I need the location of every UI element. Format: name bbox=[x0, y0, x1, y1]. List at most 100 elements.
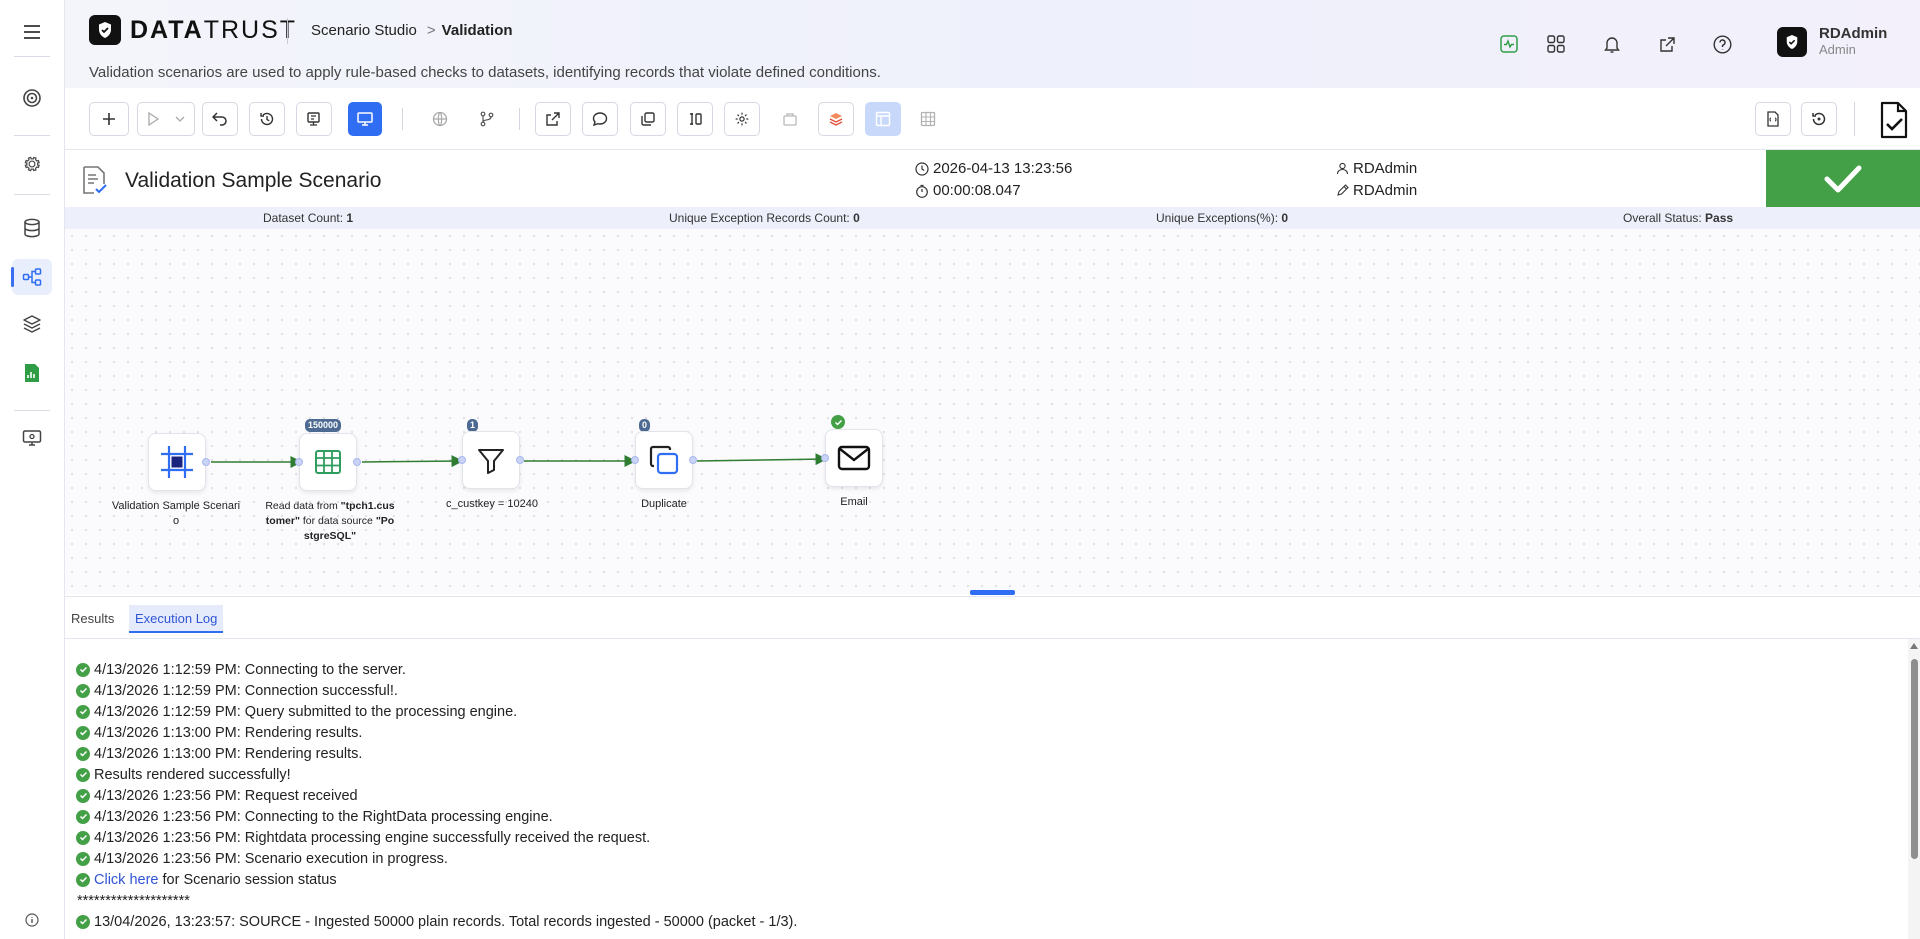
node-label-filter: c_custkey = 10240 bbox=[445, 498, 539, 510]
help-icon[interactable] bbox=[1709, 31, 1735, 57]
external-link-icon[interactable] bbox=[1654, 31, 1680, 57]
stack-icon[interactable] bbox=[818, 102, 854, 136]
log-line: 4/13/2026 1:12:59 PM: Query submitted to… bbox=[76, 701, 797, 722]
scroll-up-icon[interactable] bbox=[1910, 643, 1918, 649]
created-by: RDAdmin bbox=[1336, 160, 1417, 177]
globe-icon[interactable] bbox=[422, 102, 458, 136]
monitor-settings-icon[interactable] bbox=[12, 420, 52, 456]
record-count-badge: 150000 bbox=[305, 419, 342, 432]
json-file-icon[interactable] bbox=[1755, 102, 1791, 136]
dataset-count-value: 1 bbox=[346, 211, 354, 225]
connector-4 bbox=[696, 453, 828, 466]
unique-exceptions-pct-label: Unique Exceptions(%): bbox=[1156, 211, 1279, 225]
sidebar-divider bbox=[14, 194, 50, 195]
page-subtitle: Validation scenarios are used to apply r… bbox=[89, 64, 881, 81]
restore-icon[interactable] bbox=[1801, 102, 1837, 136]
compare-icon[interactable] bbox=[677, 102, 713, 136]
input-port[interactable] bbox=[821, 454, 829, 462]
flow-node-duplicate[interactable] bbox=[631, 431, 697, 489]
breadcrumb-root[interactable]: Scenario Studio bbox=[311, 22, 417, 39]
bell-icon[interactable] bbox=[1599, 31, 1625, 57]
unique-exceptions-pct-value: 0 bbox=[1281, 211, 1289, 225]
logo-text-bold: DATA bbox=[130, 15, 204, 44]
input-port[interactable] bbox=[458, 456, 466, 464]
unique-exceptions-pct: Unique Exceptions(%): 0 bbox=[1156, 211, 1288, 225]
dataset-count-label: Dataset Count: bbox=[263, 211, 344, 225]
output-port[interactable] bbox=[689, 456, 697, 464]
logo-text-rest: TRUST bbox=[203, 15, 298, 44]
modified-by: RDAdmin bbox=[1336, 182, 1417, 199]
scrollbar-thumb[interactable] bbox=[1911, 659, 1918, 859]
breadcrumb-separator: > bbox=[426, 22, 436, 39]
scenario-toolbar bbox=[65, 88, 1920, 150]
info-icon[interactable] bbox=[12, 903, 52, 937]
workflow-icon[interactable] bbox=[11, 259, 52, 295]
modified-by-value: RDAdmin bbox=[1353, 182, 1418, 199]
log-text: 4/13/2026 1:12:59 PM: Connection success… bbox=[94, 682, 398, 699]
header-divider bbox=[287, 18, 288, 44]
output-port[interactable] bbox=[516, 456, 524, 464]
undo-button[interactable] bbox=[202, 102, 238, 136]
output-port[interactable] bbox=[353, 458, 361, 466]
flow-node-read-data[interactable] bbox=[295, 433, 361, 491]
input-port[interactable] bbox=[631, 456, 639, 464]
flow-canvas[interactable]: Validation Sample Scenari o 150000 Read … bbox=[65, 229, 1920, 594]
input-port[interactable] bbox=[295, 458, 303, 466]
log-text: for Scenario session status bbox=[158, 871, 337, 888]
left-sidebar bbox=[0, 0, 65, 939]
export-icon[interactable] bbox=[535, 102, 571, 136]
user-role: Admin bbox=[1819, 42, 1856, 57]
user-menu[interactable]: RDAdmin Admin bbox=[1777, 26, 1887, 58]
panel-resize-handle[interactable] bbox=[970, 590, 1015, 595]
activity-icon[interactable] bbox=[1496, 31, 1522, 57]
report-icon[interactable] bbox=[12, 355, 52, 391]
flow-node-scenario[interactable] bbox=[148, 433, 210, 491]
table-view-icon[interactable] bbox=[910, 102, 946, 136]
history-icon[interactable] bbox=[249, 102, 285, 136]
tab-results[interactable]: Results bbox=[65, 605, 120, 633]
output-port[interactable] bbox=[202, 458, 210, 466]
desktop-view-button[interactable] bbox=[348, 102, 382, 136]
sidebar-divider bbox=[14, 410, 50, 411]
server-settings-icon[interactable] bbox=[296, 102, 332, 136]
database-icon[interactable] bbox=[12, 210, 52, 246]
session-status-link[interactable]: Click here bbox=[94, 872, 158, 888]
sidebar-divider bbox=[14, 135, 50, 136]
branch-icon[interactable] bbox=[469, 102, 505, 136]
target-icon[interactable] bbox=[12, 80, 52, 116]
copy-icon[interactable] bbox=[630, 102, 666, 136]
layout-panel-button[interactable] bbox=[865, 102, 901, 136]
stats-bar: Dataset Count: 1 Unique Exception Record… bbox=[65, 207, 1920, 229]
settings-icon[interactable] bbox=[12, 146, 52, 182]
run-button[interactable] bbox=[137, 102, 195, 136]
log-line: Click here for Scenario session status bbox=[76, 869, 797, 890]
scenario-info-bar: Validation Sample Scenario 2026-04-13 13… bbox=[65, 150, 1920, 207]
tab-execution-log[interactable]: Execution Log bbox=[129, 605, 224, 633]
log-line: 4/13/2026 1:12:59 PM: Connection success… bbox=[76, 680, 797, 701]
node-label-email: Email bbox=[840, 496, 868, 508]
dataset-count: Dataset Count: 1 bbox=[263, 211, 353, 225]
apps-grid-icon[interactable] bbox=[1543, 31, 1569, 57]
validation-document-icon[interactable] bbox=[1871, 97, 1917, 143]
gear-icon[interactable] bbox=[724, 102, 760, 136]
success-icon bbox=[76, 746, 90, 761]
layers-icon[interactable] bbox=[12, 306, 52, 342]
success-icon bbox=[76, 809, 90, 824]
log-scrollbar[interactable] bbox=[1908, 639, 1920, 939]
datatrust-logo[interactable]: DATATRUST bbox=[89, 15, 297, 45]
flow-node-email[interactable] bbox=[821, 429, 883, 487]
execution-log: 4/13/2026 1:12:59 PM: Connecting to the … bbox=[76, 659, 797, 932]
success-icon bbox=[76, 914, 90, 929]
add-button[interactable] bbox=[89, 102, 129, 136]
log-text: 4/13/2026 1:23:56 PM: Scenario execution… bbox=[94, 850, 448, 867]
user-icon bbox=[1336, 162, 1349, 175]
menu-icon[interactable] bbox=[12, 14, 52, 50]
flow-node-filter[interactable] bbox=[458, 431, 524, 489]
package-icon[interactable] bbox=[772, 102, 808, 136]
log-text: 4/13/2026 1:23:56 PM: Rightdata processi… bbox=[94, 829, 651, 846]
success-icon bbox=[76, 851, 90, 866]
log-text: 4/13/2026 1:12:59 PM: Connecting to the … bbox=[94, 661, 406, 678]
bottom-panel: Results Execution Log 4/13/2026 1:12:59 … bbox=[65, 596, 1920, 939]
comment-icon[interactable] bbox=[582, 102, 618, 136]
success-icon bbox=[76, 767, 90, 782]
